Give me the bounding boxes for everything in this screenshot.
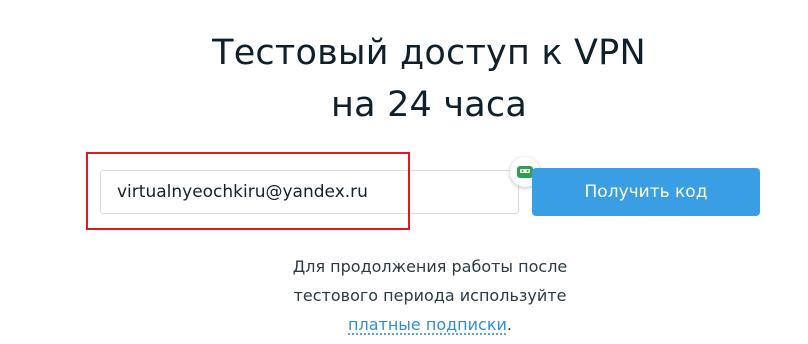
note-line-2: тестового периода используйте [293,286,567,305]
title-line-2: на 24 часа [331,85,527,125]
paid-subscriptions-link[interactable]: платные подписки [348,315,507,334]
get-code-button[interactable]: Получить код [532,168,760,216]
subscription-note: Для продолжения работы после тестового п… [230,252,630,339]
note-line-3: платные подписки. [230,310,630,339]
note-period: . [506,315,512,334]
page: Тестовый доступ к VPN на 24 часа Получит… [0,0,808,344]
page-title: Тестовый доступ к VPN на 24 часа [0,27,808,131]
email-field[interactable] [100,170,519,214]
title-line-1: Тестовый доступ к VPN [212,33,646,73]
note-line-1: Для продолжения работы после [292,257,568,276]
